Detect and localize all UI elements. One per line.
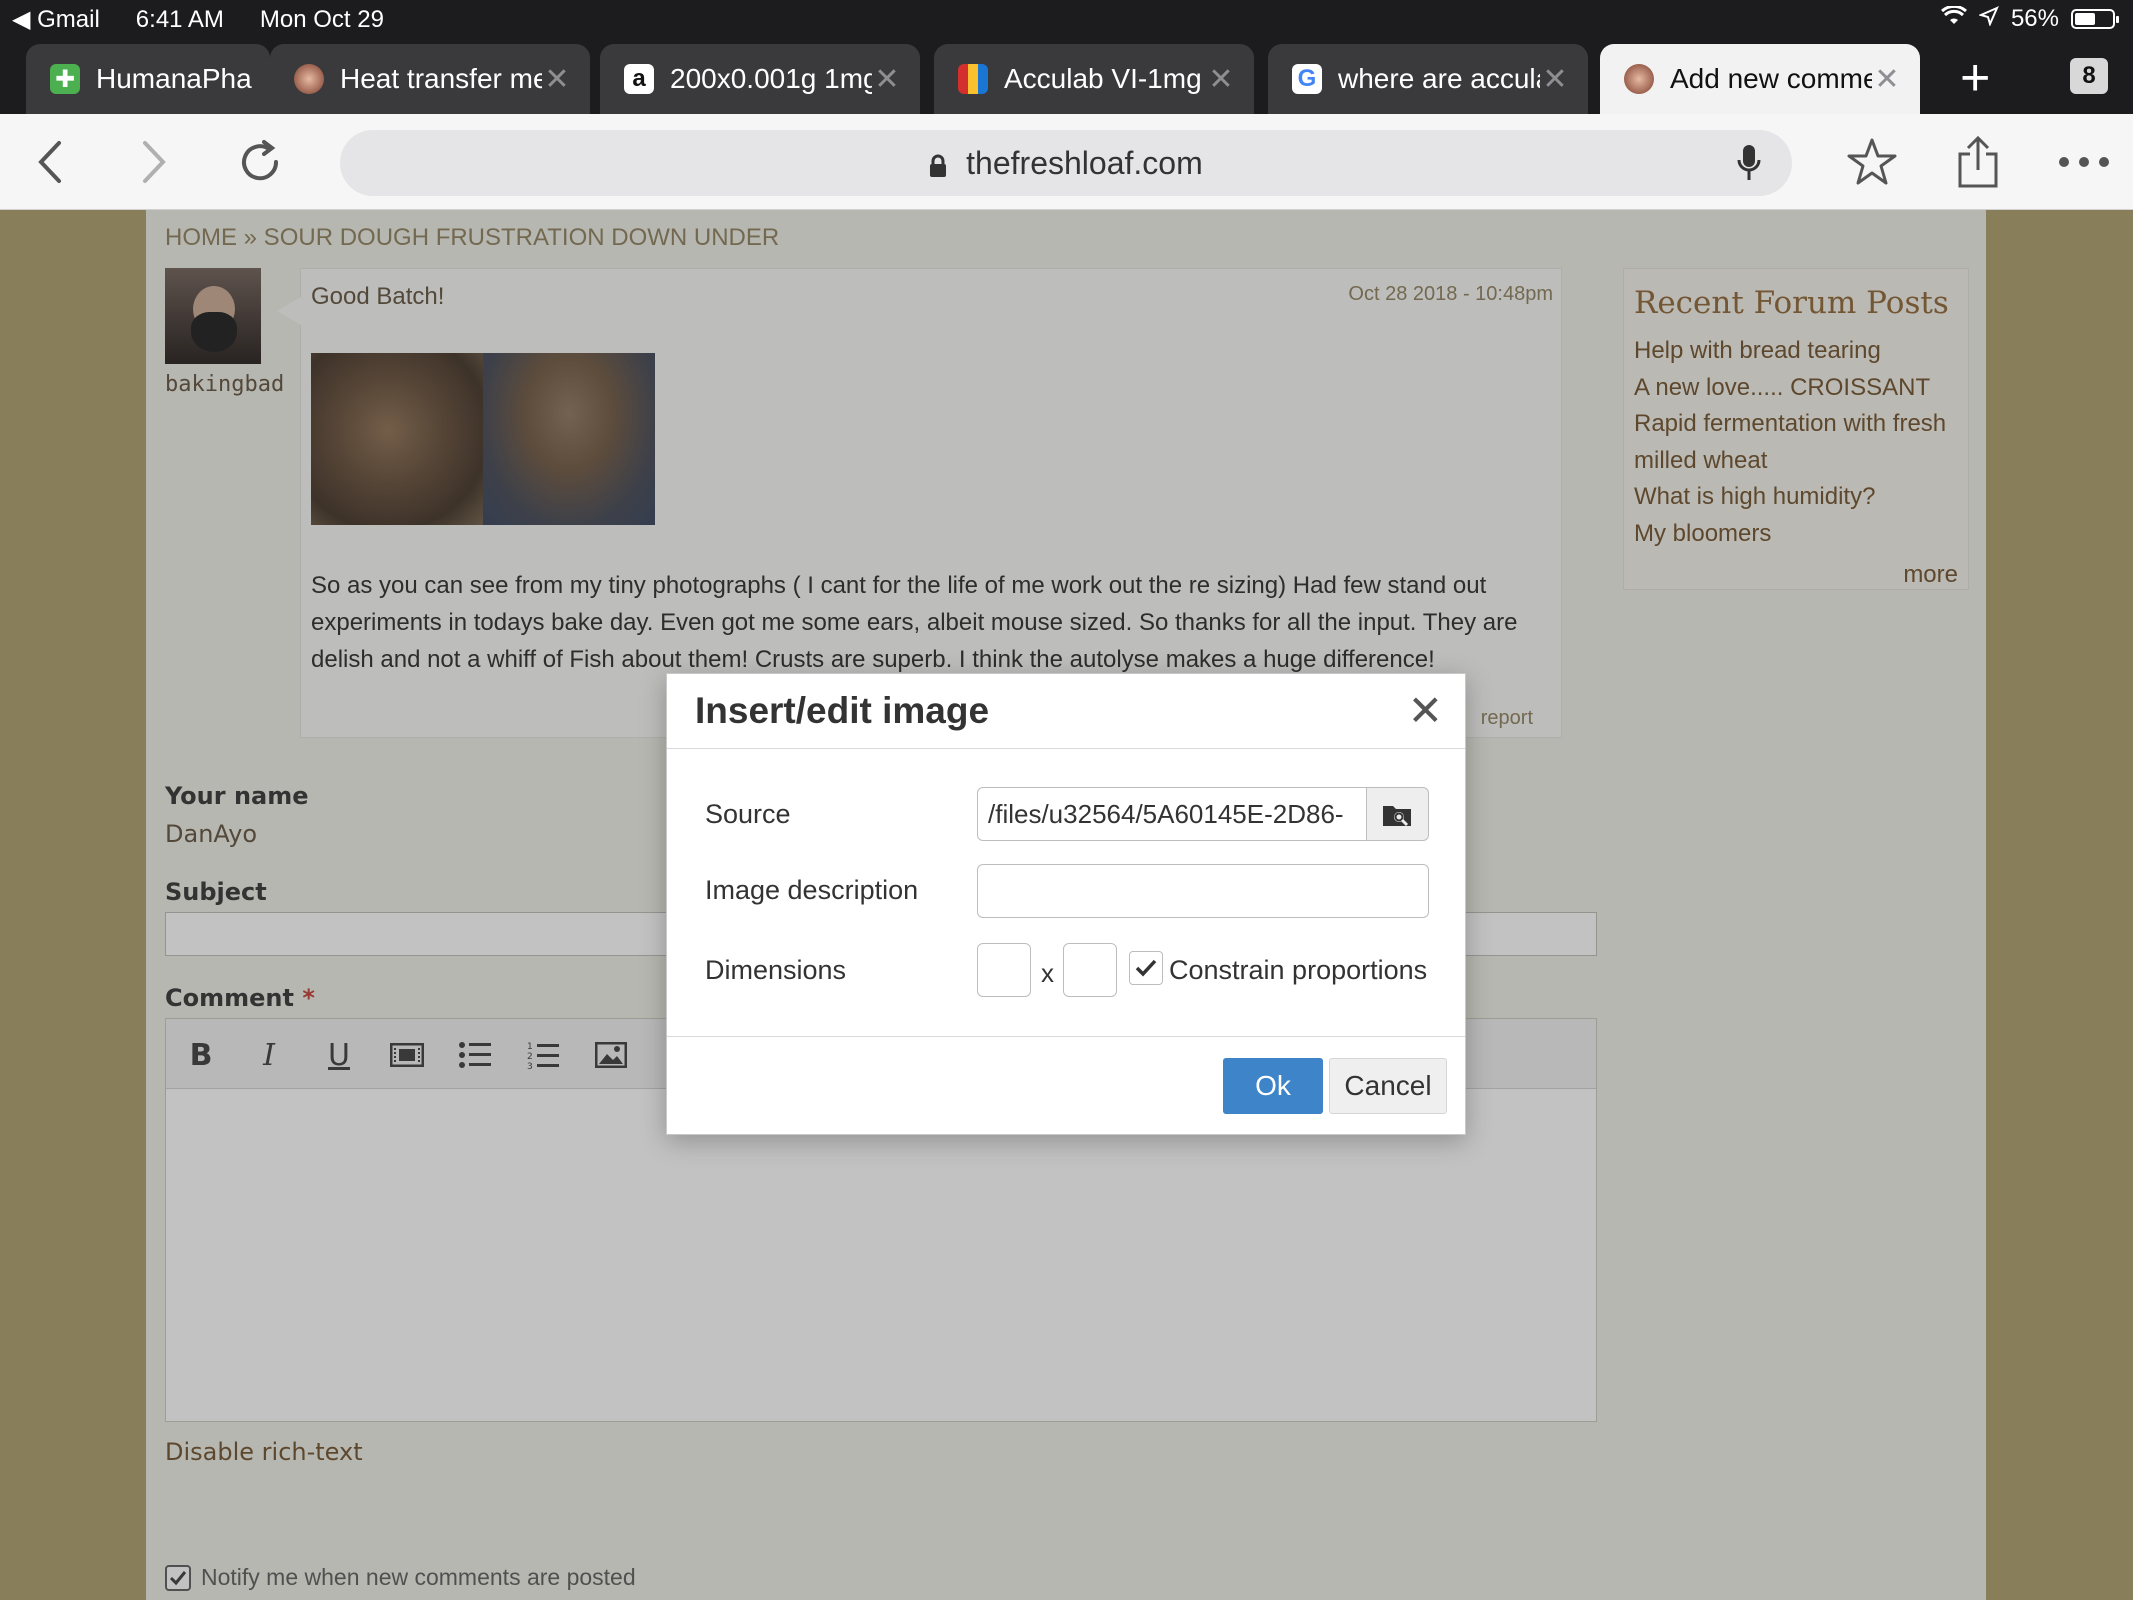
insert-image-dialog: Insert/edit image ✕ Source /files/u32564… [666,673,1466,1135]
dimensions-label: Dimensions [705,955,847,985]
dialog-title: Insert/edit image [695,690,990,731]
browse-button[interactable] [1367,787,1429,841]
briefcase-icon [958,64,988,94]
share-icon [1958,136,1998,188]
tab-strip: ✚ HumanaPha Heat transfer me ✕ a 200x0.0… [0,38,2133,114]
battery-icon [2071,9,2119,29]
width-input[interactable] [977,943,1031,997]
status-date: Mon Oct 29 [259,5,384,33]
reload-icon [242,140,279,181]
chevron-right-icon [143,141,166,183]
tab-amazon-scale[interactable]: a 200x0.001g 1mg ✕ [600,44,920,114]
url-text: thefreshloaf.com [966,145,1203,181]
close-icon[interactable]: ✕ [1408,690,1443,732]
ok-button[interactable]: Ok [1223,1058,1323,1114]
tab-title: Heat transfer me [340,63,542,94]
share-button[interactable] [1948,132,2008,192]
lock-icon [930,154,947,177]
source-label: Source [705,799,791,829]
tab-title: Add new comme [1670,63,1872,94]
close-tab-icon[interactable]: ✕ [542,62,572,97]
tab-title: Acculab VI-1mg [1004,63,1202,94]
more-dots-icon [2059,157,2109,167]
location-icon [1978,5,1999,33]
close-tab-icon[interactable]: ✕ [1872,62,1902,97]
tab-title: 200x0.001g 1mg [670,63,872,94]
height-input[interactable] [1063,943,1117,997]
constrain-proportions-checkbox[interactable] [1129,951,1163,985]
image-description-label: Image description [705,875,919,905]
tab-add-new-comment[interactable]: Add new comme ✕ [1600,44,1920,114]
star-icon [1847,138,1897,185]
battery-percent: 56% [2010,5,2059,32]
freshloaf-icon [294,64,324,94]
tab-title: HumanaPha [96,63,252,94]
tab-count-button[interactable]: 8 [2070,58,2108,94]
tab-humanapha[interactable]: ✚ HumanaPha [26,44,270,114]
navigation-bar: thefreshloaf.com [0,114,2133,210]
cancel-button[interactable]: Cancel [1329,1058,1447,1114]
amazon-icon: a [624,64,654,94]
status-time: 6:41 AM [135,5,224,33]
tab-acculab[interactable]: Acculab VI-1mg ✕ [934,44,1254,114]
microphone-icon[interactable] [1736,144,1762,182]
freshloaf-icon [1624,64,1654,94]
google-icon: G [1292,64,1322,94]
pill-icon: ✚ [50,64,80,94]
image-description-input[interactable] [977,864,1429,918]
dimension-separator: x [1041,958,1054,988]
tab-heat-transfer[interactable]: Heat transfer me ✕ [270,44,590,114]
wifi-icon [1940,4,1967,33]
close-tab-icon[interactable]: ✕ [1540,62,1570,97]
address-bar[interactable]: thefreshloaf.com [340,130,1792,196]
source-input[interactable]: /files/u32564/5A60145E-2D86- [977,787,1367,841]
chevron-left-icon [38,141,61,183]
more-menu-button[interactable] [2054,132,2114,192]
constrain-proportions-label: Constrain proportions [1169,955,1428,985]
tab-title: where are accula [1338,63,1540,94]
checkmark-icon [1135,959,1157,977]
close-tab-icon[interactable]: ✕ [872,62,902,97]
status-bar: ◀ Gmail 6:41 AM Mon Oct 29 56% [0,0,2133,38]
back-to-app-link[interactable]: ◀ Gmail [12,5,100,34]
browse-folder-icon [1382,806,1411,827]
new-tab-button[interactable]: + [1960,52,1990,104]
tab-google-search[interactable]: G where are accula ✕ [1268,44,1588,114]
reload-button[interactable] [230,132,290,192]
back-button[interactable] [20,132,80,192]
close-tab-icon[interactable]: ✕ [1206,62,1236,97]
forward-button[interactable] [124,132,184,192]
back-app-label: Gmail [37,6,100,33]
bookmark-button[interactable] [1842,132,1902,192]
